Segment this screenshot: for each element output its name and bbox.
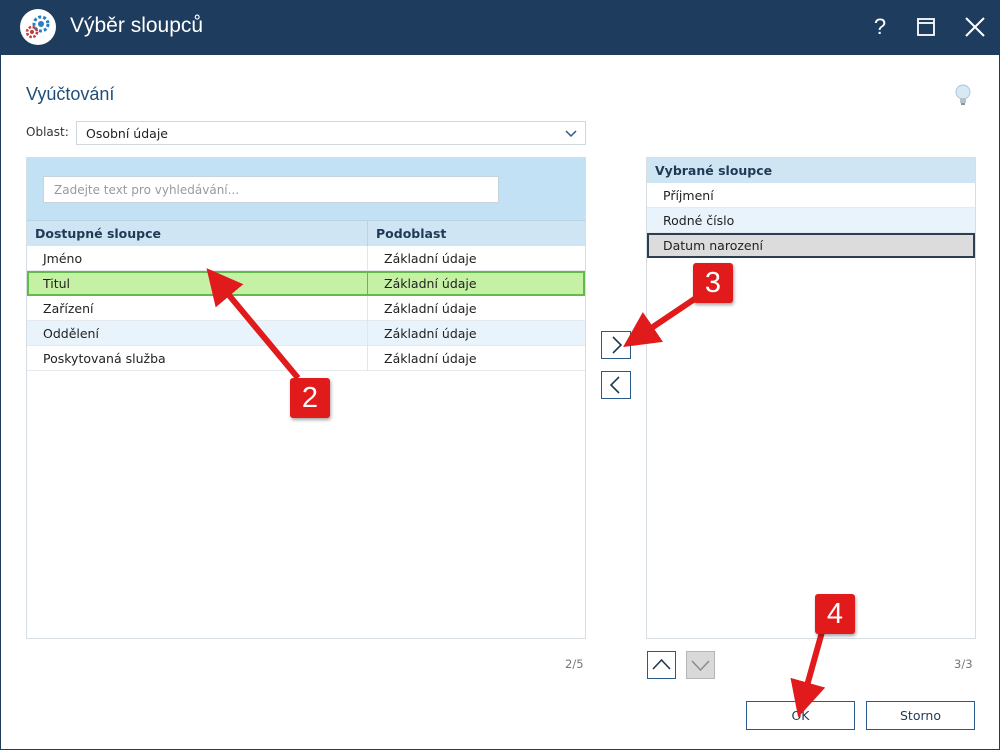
table-row[interactable]: Poskytovaná služba Základní údaje (27, 346, 585, 371)
list-item-label: Datum narození (663, 238, 763, 253)
list-item[interactable]: Příjmení (647, 183, 975, 208)
table-row[interactable]: Jméno Základní údaje (27, 246, 585, 271)
move-down-button[interactable] (686, 651, 715, 679)
list-item-label: Příjmení (663, 188, 714, 203)
window-title: Výběr sloupců (70, 14, 204, 37)
table-row[interactable]: Zařízení Základní údaje (27, 296, 585, 321)
step-4-badge: 4 (815, 594, 855, 634)
row-name: Oddělení (43, 326, 99, 341)
row-name: Zařízení (43, 301, 94, 316)
column-divider (367, 296, 368, 321)
gears-app-icon (20, 9, 56, 45)
list-item[interactable]: Rodné číslo (647, 208, 975, 233)
chevron-down-icon (565, 130, 577, 138)
list-item-selected[interactable]: Datum narození (647, 233, 975, 258)
close-button[interactable] (960, 12, 990, 42)
available-grid-header: Dostupné sloupce Podoblast (27, 220, 585, 247)
chevron-right-icon (612, 336, 623, 354)
row-subarea: Základní údaje (384, 351, 477, 366)
column-header-available[interactable]: Dostupné sloupce (35, 226, 161, 241)
selected-count: 3/3 (954, 657, 973, 671)
add-column-button[interactable] (601, 331, 631, 359)
column-divider (367, 346, 368, 371)
step-3-badge: 3 (693, 263, 733, 303)
row-name: Jméno (43, 251, 83, 266)
row-subarea: Základní údaje (384, 301, 477, 316)
area-dropdown[interactable]: Osobní údaje (76, 121, 586, 145)
maximize-button[interactable] (911, 12, 941, 42)
column-divider (367, 221, 368, 247)
row-subarea: Základní údaje (384, 251, 477, 266)
selected-grid-header: Vybrané sloupce (647, 158, 975, 183)
maximize-icon (917, 18, 935, 36)
search-input[interactable] (43, 176, 499, 203)
title-bar: Výběr sloupců ? (0, 0, 1000, 55)
step-2-badge: 2 (290, 378, 330, 418)
search-bar (27, 158, 585, 220)
lightbulb-hint-icon[interactable] (952, 83, 974, 107)
move-up-button[interactable] (647, 651, 676, 679)
chevron-left-icon (609, 376, 620, 394)
row-subarea: Základní údaje (384, 276, 477, 291)
column-divider (367, 321, 368, 346)
page-title: Vyúčtování (26, 84, 115, 104)
column-divider (367, 246, 368, 271)
cancel-button[interactable]: Storno (866, 701, 975, 730)
remove-column-button[interactable] (601, 371, 631, 399)
area-value: Osobní údaje (86, 126, 168, 141)
list-item-label: Rodné číslo (663, 213, 735, 228)
help-button[interactable]: ? (865, 12, 895, 42)
ok-button[interactable]: OK (746, 701, 855, 730)
available-count: 2/5 (565, 657, 584, 671)
selected-columns-panel: Vybrané sloupce Příjmení Rodné číslo Dat… (646, 157, 976, 639)
column-divider (367, 273, 368, 298)
row-name: Titul (43, 276, 71, 291)
chevron-up-icon (652, 658, 671, 670)
area-label: Oblast: (26, 125, 69, 139)
table-row-selected[interactable]: Titul Základní údaje (27, 271, 585, 298)
close-icon (965, 17, 985, 37)
row-name: Poskytovaná služba (43, 351, 166, 366)
chevron-down-icon (691, 660, 710, 672)
row-subarea: Základní údaje (384, 326, 477, 341)
table-row[interactable]: Oddělení Základní údaje (27, 321, 585, 346)
column-header-selected: Vybrané sloupce (655, 163, 773, 178)
column-header-subarea[interactable]: Podoblast (376, 226, 446, 241)
